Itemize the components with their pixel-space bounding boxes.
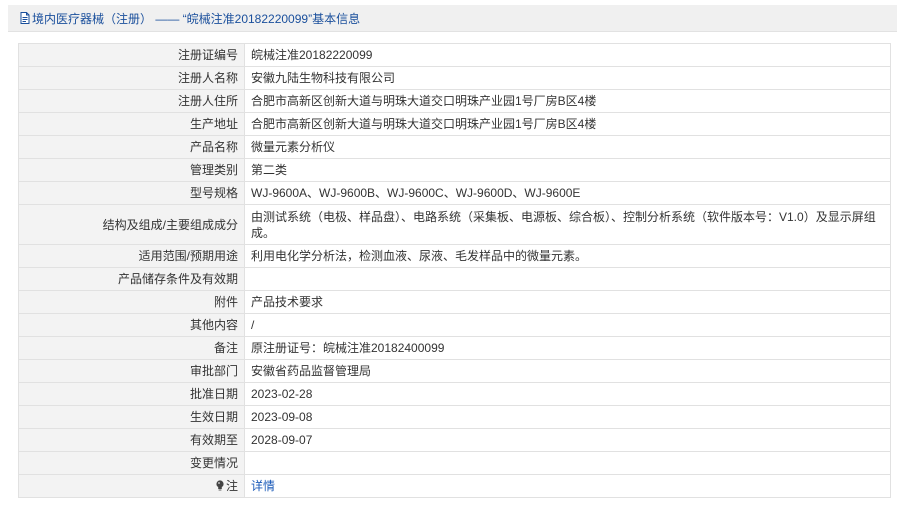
- page: 境内医疗器械（注册） —— “皖械注准20182220099”基本信息 注册证编…: [0, 0, 897, 515]
- row-value: 皖械注准20182220099: [244, 43, 891, 67]
- row-value: 合肥市高新区创新大道与明珠大道交口明珠产业园1号厂房B区4楼: [244, 89, 891, 113]
- table-row: 注册证编号 皖械注准20182220099: [18, 43, 891, 67]
- row-value: 原注册证号：皖械注准20182400099: [244, 336, 891, 360]
- row-label: 生产地址: [18, 112, 245, 136]
- row-label: 产品名称: [18, 135, 245, 159]
- table-row: 备注 原注册证号：皖械注准20182400099: [18, 336, 891, 360]
- lightbulb-icon: [215, 479, 225, 491]
- row-value: WJ-9600A、WJ-9600B、WJ-9600C、WJ-9600D、WJ-9…: [244, 181, 891, 205]
- row-label: 变更情况: [18, 451, 245, 475]
- row-label: 型号规格: [18, 181, 245, 205]
- note-label-cell: 注: [18, 474, 245, 498]
- row-value: 2028-09-07: [244, 428, 891, 452]
- document-icon: [19, 12, 31, 24]
- row-label: 审批部门: [18, 359, 245, 383]
- row-value: 安徽九陆生物科技有限公司: [244, 66, 891, 90]
- table-row: 批准日期 2023-02-28: [18, 382, 891, 406]
- table-row: 附件 产品技术要求: [18, 290, 891, 314]
- table-row: 适用范围/预期用途 利用电化学分析法，检测血液、尿液、毛发样品中的微量元素。: [18, 244, 891, 268]
- row-value: 合肥市高新区创新大道与明珠大道交口明珠产业园1号厂房B区4楼: [244, 112, 891, 136]
- table-row: 有效期至 2028-09-07: [18, 428, 891, 452]
- row-value: 第二类: [244, 158, 891, 182]
- row-value: [244, 451, 891, 475]
- row-label: 备注: [18, 336, 245, 360]
- row-value: 2023-02-28: [244, 382, 891, 406]
- row-label: 附件: [18, 290, 245, 314]
- title-bar: 境内医疗器械（注册） —— “皖械注准20182220099”基本信息: [8, 5, 897, 32]
- table-row: 生产地址 合肥市高新区创新大道与明珠大道交口明珠产业园1号厂房B区4楼: [18, 112, 891, 136]
- note-label: 注: [225, 479, 238, 493]
- row-label: 注册人名称: [18, 66, 245, 90]
- row-value: 由测试系统（电极、样品盘）、电路系统（采集板、电源板、综合板）、控制分析系统（软…: [244, 204, 891, 245]
- row-label: 适用范围/预期用途: [18, 244, 245, 268]
- details-link[interactable]: 详情: [251, 479, 275, 493]
- info-table-wrap: 注册证编号 皖械注准20182220099 注册人名称 安徽九陆生物科技有限公司…: [18, 43, 891, 498]
- row-label: 生效日期: [18, 405, 245, 429]
- page-title: 境内医疗器械（注册） —— “皖械注准20182220099”基本信息: [32, 11, 361, 26]
- row-label: 其他内容: [18, 313, 245, 337]
- row-value: /: [244, 313, 891, 337]
- row-label: 产品储存条件及有效期: [18, 267, 245, 291]
- row-label: 批准日期: [18, 382, 245, 406]
- row-label: 有效期至: [18, 428, 245, 452]
- row-value: [244, 267, 891, 291]
- row-value: 利用电化学分析法，检测血液、尿液、毛发样品中的微量元素。: [244, 244, 891, 268]
- info-table: 注册证编号 皖械注准20182220099 注册人名称 安徽九陆生物科技有限公司…: [18, 43, 891, 498]
- table-row: 注册人名称 安徽九陆生物科技有限公司: [18, 66, 891, 90]
- table-row: 产品储存条件及有效期: [18, 267, 891, 291]
- row-value: 微量元素分析仪: [244, 135, 891, 159]
- row-label: 结构及组成/主要组成成分: [18, 204, 245, 245]
- table-row: 型号规格 WJ-9600A、WJ-9600B、WJ-9600C、WJ-9600D…: [18, 181, 891, 205]
- table-row: 其他内容 /: [18, 313, 891, 337]
- table-row: 产品名称 微量元素分析仪: [18, 135, 891, 159]
- row-value: 产品技术要求: [244, 290, 891, 314]
- table-row: 注册人住所 合肥市高新区创新大道与明珠大道交口明珠产业园1号厂房B区4楼: [18, 89, 891, 113]
- row-value: 安徽省药品监督管理局: [244, 359, 891, 383]
- note-row: 注 详情: [18, 474, 891, 498]
- note-value-cell: 详情: [244, 474, 891, 498]
- table-row: 审批部门 安徽省药品监督管理局: [18, 359, 891, 383]
- table-row: 管理类别 第二类: [18, 158, 891, 182]
- row-label: 管理类别: [18, 158, 245, 182]
- row-value: 2023-09-08: [244, 405, 891, 429]
- table-row: 生效日期 2023-09-08: [18, 405, 891, 429]
- row-label: 注册证编号: [18, 43, 245, 67]
- table-row: 结构及组成/主要组成成分 由测试系统（电极、样品盘）、电路系统（采集板、电源板、…: [18, 204, 891, 245]
- row-label: 注册人住所: [18, 89, 245, 113]
- table-row: 变更情况: [18, 451, 891, 475]
